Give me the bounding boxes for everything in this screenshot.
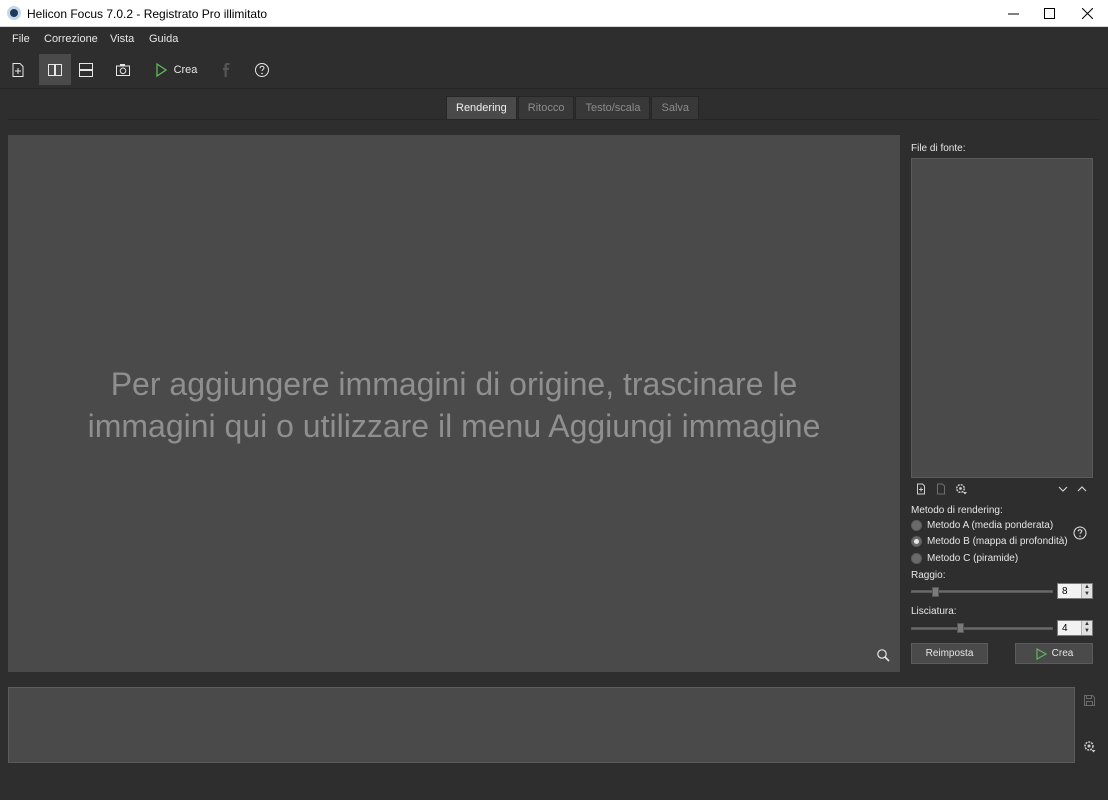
panel-create-label: Crea: [1051, 648, 1074, 659]
radius-spinbox[interactable]: 8 ▲ ▼: [1057, 583, 1093, 599]
reset-button-label: Reimposta: [925, 648, 974, 659]
radius-label: Raggio:: [911, 570, 946, 581]
log-area[interactable]: [8, 687, 1075, 763]
method-c-radio[interactable]: [911, 553, 922, 564]
method-a-option[interactable]: Metodo A (media ponderata): [911, 520, 1053, 531]
remove-file-icon[interactable]: [935, 483, 947, 495]
image-preview-area[interactable]: Per aggiungere immagini di origine, tras…: [8, 135, 900, 672]
panel-create-button[interactable]: Crea: [1015, 643, 1093, 664]
menu-guida[interactable]: Guida: [149, 33, 178, 45]
split-horizontal-icon: [79, 62, 93, 77]
create-button[interactable]: Crea: [152, 54, 198, 85]
rendering-help-icon[interactable]: [1073, 526, 1087, 540]
camera-button[interactable]: [110, 54, 136, 85]
add-image-icon: [12, 62, 24, 77]
maximize-button[interactable]: [1030, 0, 1068, 27]
drop-hint: Per aggiungere immagini di origine, tras…: [8, 363, 900, 447]
play-icon: [155, 62, 167, 77]
split-vertical-icon: [48, 63, 62, 76]
add-file-icon[interactable]: [915, 483, 927, 495]
close-icon: [1081, 8, 1093, 19]
source-files-label: File di fonte:: [911, 143, 966, 154]
method-a-radio[interactable]: [911, 520, 922, 531]
help-icon: [255, 62, 269, 77]
method-c-option[interactable]: Metodo C (piramide): [911, 553, 1018, 564]
split-vertical-button[interactable]: [39, 54, 71, 85]
log-settings-icon[interactable]: [1083, 740, 1096, 753]
tab-bar: Rendering Ritocco Testo/scala Salva: [446, 96, 700, 119]
toolbar: Crea: [0, 50, 1108, 89]
source-settings-icon[interactable]: [955, 483, 967, 495]
method-b-label: Metodo B (mappa di profondità): [927, 536, 1068, 547]
add-image-button[interactable]: [6, 54, 30, 85]
window-title: Helicon Focus 7.0.2 - Registrato Pro ill…: [27, 7, 268, 21]
camera-icon: [116, 63, 130, 76]
title-bar: Helicon Focus 7.0.2 - Registrato Pro ill…: [0, 0, 1108, 27]
maximize-icon: [1043, 8, 1055, 19]
radius-value: 8: [1062, 586, 1068, 597]
radius-stepper-arrows[interactable]: ▲ ▼: [1081, 584, 1092, 598]
save-log-icon[interactable]: [1083, 694, 1096, 707]
help-button[interactable]: [250, 54, 274, 85]
source-files-list[interactable]: [911, 158, 1093, 478]
smoothing-value: 4: [1062, 623, 1068, 634]
drop-hint-line1: Per aggiungere immagini di origine, tras…: [110, 366, 798, 402]
facebook-button[interactable]: [214, 54, 238, 85]
menu-bar: File Correzione Vista Guida: [0, 27, 1108, 50]
tab-ritocco[interactable]: Ritocco: [517, 96, 575, 119]
menu-correzione[interactable]: Correzione: [44, 33, 98, 45]
method-b-option[interactable]: Metodo B (mappa di profondità): [911, 536, 1068, 547]
tab-salva[interactable]: Salva: [651, 96, 700, 119]
drop-hint-line2: immagini qui o utilizzare il menu Aggiun…: [87, 408, 821, 444]
smoothing-slider-track[interactable]: [911, 627, 1053, 630]
app-logo-icon: [7, 6, 21, 20]
rendering-method-label: Metodo di rendering:: [911, 505, 1003, 516]
minimize-icon: [1007, 13, 1019, 15]
minimize-button[interactable]: [994, 0, 1032, 27]
chevron-up-icon[interactable]: [1076, 483, 1088, 495]
tab-divider: [8, 119, 1100, 120]
smoothing-stepper-arrows[interactable]: ▲ ▼: [1081, 621, 1092, 635]
create-button-label: Crea: [173, 63, 198, 76]
menu-vista[interactable]: Vista: [110, 33, 134, 45]
zoom-icon[interactable]: [876, 648, 890, 662]
tab-testo-scala[interactable]: Testo/scala: [575, 96, 651, 119]
menu-file[interactable]: File: [12, 33, 30, 45]
tab-rendering[interactable]: Rendering: [446, 96, 517, 119]
reset-button[interactable]: Reimposta: [911, 643, 988, 664]
smoothing-label: Lisciatura:: [911, 606, 957, 617]
split-horizontal-button[interactable]: [74, 54, 98, 85]
play-icon: [1036, 647, 1047, 660]
method-c-label: Metodo C (piramide): [927, 553, 1019, 564]
smoothing-slider-handle[interactable]: [957, 623, 964, 633]
smoothing-spinbox[interactable]: 4 ▲ ▼: [1057, 620, 1093, 636]
method-b-radio[interactable]: [911, 536, 922, 547]
facebook-icon: [223, 62, 230, 77]
radius-slider-handle[interactable]: [932, 587, 939, 597]
method-a-label: Metodo A (media ponderata): [927, 520, 1054, 531]
chevron-down-icon[interactable]: [1057, 483, 1069, 495]
close-button[interactable]: [1068, 0, 1106, 27]
